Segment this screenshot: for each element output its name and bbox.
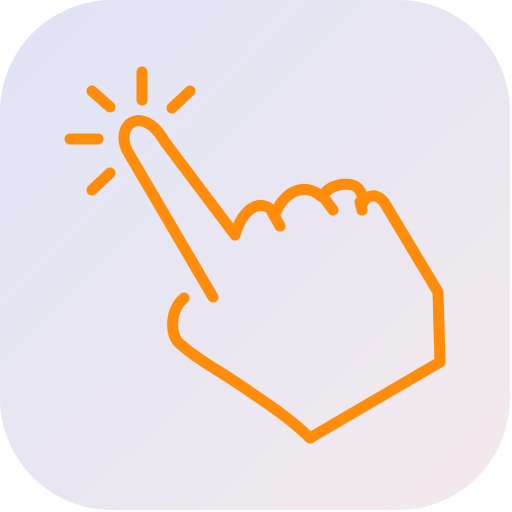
tap-gesture-icon bbox=[64, 66, 446, 444]
pointing-hand-icon bbox=[118, 115, 446, 444]
finger-separator-1 bbox=[266, 206, 286, 232]
finger-separator-3 bbox=[354, 196, 368, 216]
tap-ray-bottom-left bbox=[86, 167, 116, 196]
finger-separator-2 bbox=[316, 189, 339, 216]
tap-ray-top-right bbox=[166, 85, 196, 114]
app-icon-tile[interactable] bbox=[0, 0, 510, 510]
tap-ray-top-left bbox=[86, 85, 116, 113]
